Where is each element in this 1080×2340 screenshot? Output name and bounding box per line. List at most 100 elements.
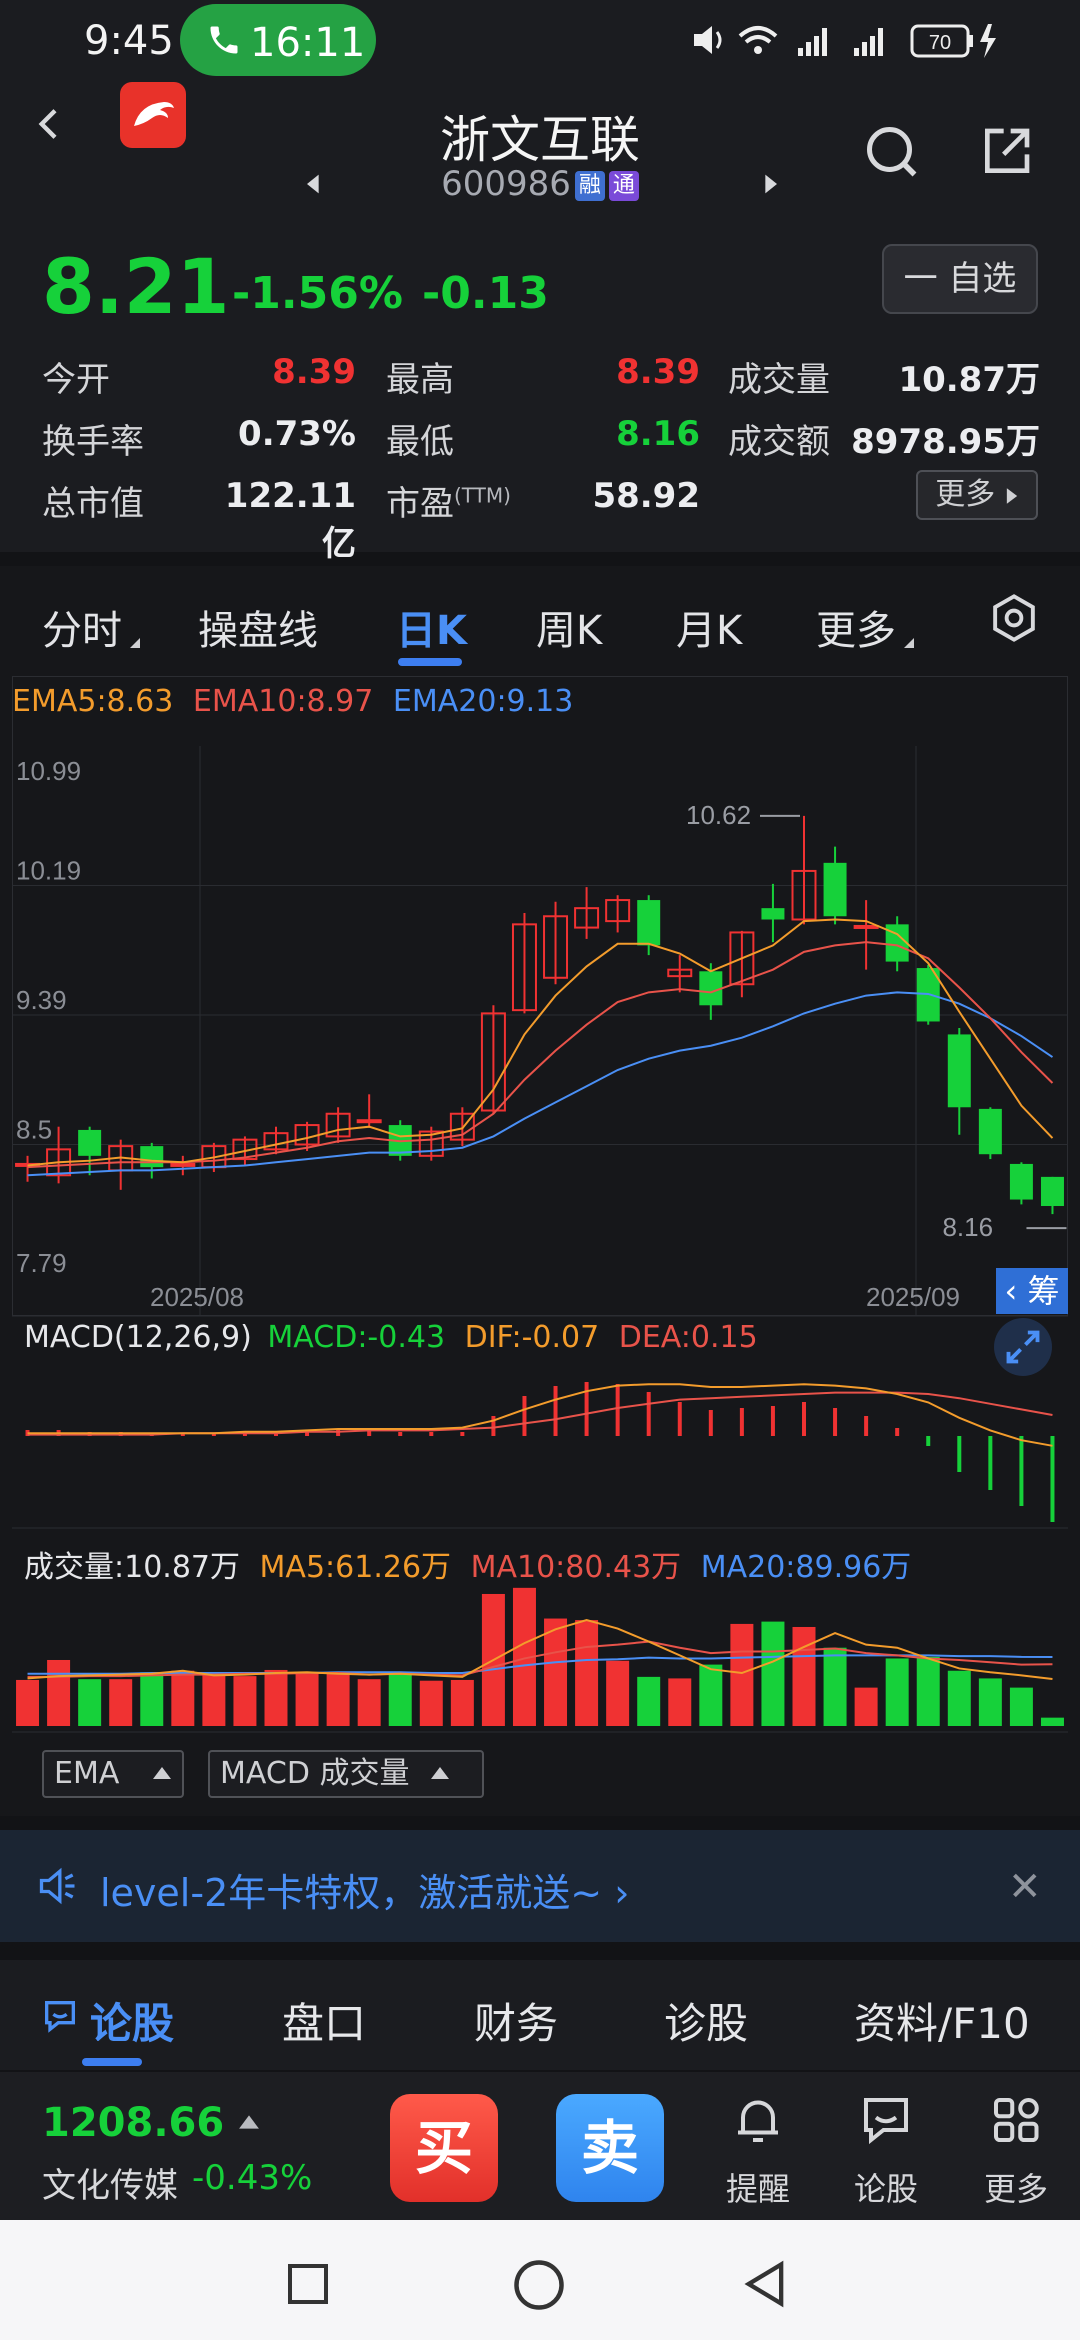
tab-diagnosis[interactable]: 诊股 [664,1990,748,2051]
low-value: 8.16 [616,414,700,454]
y-tick-label: 10.19 [16,856,81,886]
tab-profile-f10[interactable]: 资料/F10 [854,1990,1030,2051]
phone-icon [210,26,238,54]
volume-icon [694,26,722,54]
promo-banner[interactable]: level-2年卡特权，激活就送~ › ✕ [0,1830,1080,1942]
market-cap-label: 总市值 [42,484,144,524]
sub-indicator-label: MACD 成交量 [220,1756,410,1791]
more-tools-button[interactable]: 更多 [966,2088,1066,2208]
home-icon[interactable] [512,2258,566,2312]
comment-icon [45,2001,75,2033]
volume-label: 成交量 [728,360,830,400]
candle-body [823,862,847,917]
grid-icon [994,2098,1039,2142]
triangle-up-icon [239,2115,260,2129]
change-amount: -0.13 [422,268,549,319]
app-logo [120,82,186,148]
caret-right-icon [1006,488,1017,504]
battery-icon: 70 [910,24,973,58]
discuss-button[interactable]: 论股 [836,2088,936,2208]
volume-bar [47,1659,71,1726]
search-icon[interactable] [862,122,922,182]
volume-bar [854,1687,878,1726]
candle-body [1009,1163,1033,1200]
volume-bar [171,1670,195,1726]
charging-icon [980,24,996,58]
volume-bar [326,1673,350,1726]
volume-bar [823,1647,847,1726]
sub-indicator-selector[interactable]: MACD 成交量 [208,1750,484,1798]
pe-value: 58.92 [592,476,700,516]
prev-stock-icon[interactable] [300,170,328,198]
volume-bar [295,1673,319,1726]
volume-bar [419,1680,443,1726]
banner-text: level-2年卡特权，激活就送~ › [100,1871,630,1915]
candle-body [699,971,723,1006]
ema10-line [27,941,1054,1169]
volume-bar [637,1676,661,1726]
volume-bar [916,1656,940,1726]
system-nav-bar [0,2220,1080,2340]
low-label: 最低 [386,422,454,462]
volume-bar [885,1658,909,1726]
stock-header: 浙文互联 600986 融通 8.21 -1.56% -0.13 一 自选 今开 … [0,82,1080,564]
discuss-label: 论股 [853,2170,918,2208]
tab-order-book[interactable]: 盘口 [282,1990,366,2051]
open-value: 8.39 [272,352,356,392]
chat-icon [864,2098,908,2145]
y-tick-label: 9.39 [16,985,67,1015]
nav-back-icon[interactable] [740,2258,792,2310]
volume-bar [78,1679,102,1726]
tab-financials[interactable]: 财务 [474,1990,558,2051]
signal-icon-1 [798,28,827,56]
volume-bar [388,1672,412,1726]
detail-tabs: 论股 盘口 财务 诊股 资料/F10 [0,1960,1080,2070]
remind-label: 提醒 [725,2170,790,2208]
high-value: 8.39 [616,352,700,392]
volume-bar [544,1618,568,1726]
sector-index-value[interactable]: 1208.66 [42,2100,260,2146]
sector-name: 文化传媒 [42,2166,178,2206]
triangle-up-icon [153,1767,172,1779]
more-stats-button[interactable]: 更多 [916,470,1038,520]
triangle-up-icon [431,1767,450,1779]
chart-panel: 分时 操盘线 日K 周K 月K 更多 EMA5:8.63 EMA10:8.97 … [0,566,1080,1816]
volume-bar [978,1678,1002,1726]
ongoing-call-pill[interactable]: 16:11 [180,4,376,76]
status-time: 9:45 [84,18,174,64]
more-tools-label: 更多 [983,2170,1048,2208]
stock-code-row: 600986 融通 [360,164,720,204]
more-stats-label: 更多 [935,477,996,512]
market-cap-value: 122.11亿 [224,476,356,564]
dea-value: DEA:0.15 [618,1320,758,1355]
buy-button[interactable]: 买 [390,2094,498,2202]
main-indicator-selector[interactable]: EMA [42,1750,184,1798]
high-label: 最高 [386,360,454,400]
add-watchlist-button[interactable]: 一 自选 [882,244,1038,314]
back-icon[interactable] [30,104,70,144]
volume-title: 成交量:10.87万 [24,1550,240,1585]
candle-body [78,1129,102,1156]
remind-button[interactable]: 提醒 [708,2088,808,2208]
banner-chevron-icon: › [614,1871,630,1915]
next-stock-icon[interactable] [756,170,784,198]
bell-icon [738,2100,778,2142]
vol-ma5: MA5:61.26万 [259,1550,452,1585]
candle-body [637,900,661,946]
chip-distribution-button[interactable]: ‹ 筹 [996,1268,1068,1314]
candle-body [761,908,785,920]
open-label: 今开 [42,360,110,400]
tab-discussion[interactable]: 论股 [90,1990,174,2051]
speaker-icon [39,1867,75,1905]
status-bar: 9:45 16:11 70 [0,0,1080,82]
status-icons: 70 [694,24,996,58]
volume-bar [264,1669,288,1726]
volume-bar [233,1676,257,1726]
expand-chart-button[interactable] [994,1318,1052,1376]
share-icon[interactable] [978,124,1034,180]
volume-legend: 成交量:10.87万 MA5:61.26万 MA10:80.43万 MA20:8… [24,1542,911,1586]
recent-apps-icon[interactable] [284,2260,332,2308]
y-tick-label: 10.99 [16,756,81,786]
banner-close-icon[interactable]: ✕ [1008,1864,1042,1910]
sell-button[interactable]: 卖 [556,2094,664,2202]
